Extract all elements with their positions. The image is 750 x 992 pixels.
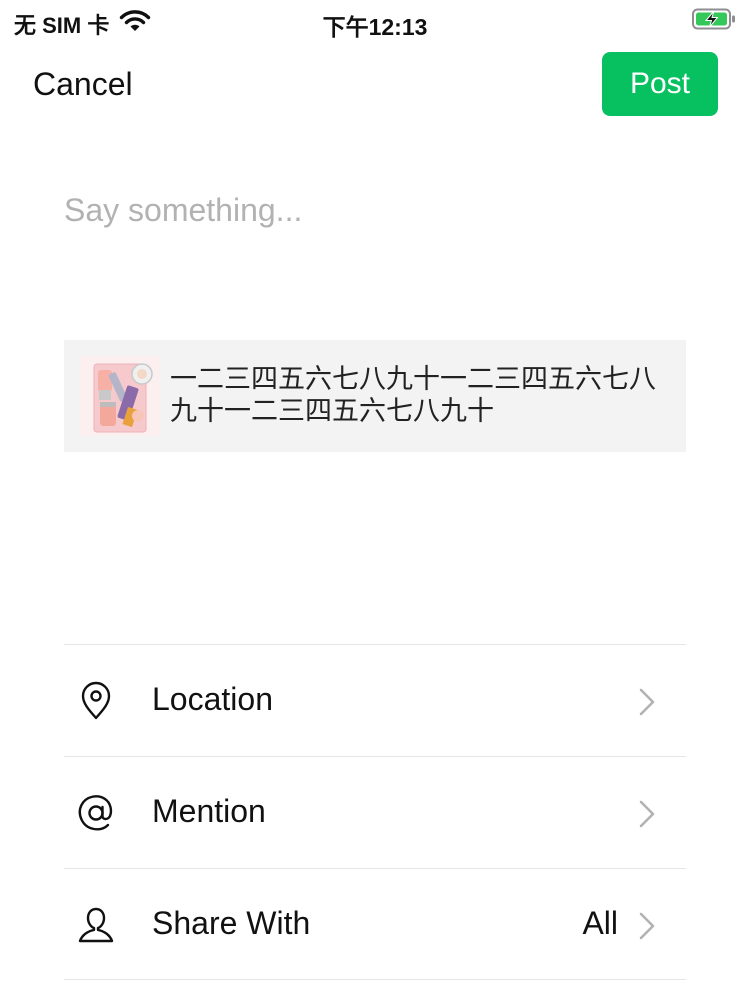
post-button[interactable]: Post: [602, 52, 718, 116]
chevron-right-icon: [639, 800, 655, 828]
location-row[interactable]: Location: [64, 644, 686, 756]
person-icon: [78, 907, 114, 943]
share-with-row[interactable]: Share With All: [64, 868, 686, 980]
card-title: 一二三四五六七八九十一二三四五六七八九十一二三四五六七八九十: [170, 364, 656, 427]
compose-text-input[interactable]: [64, 180, 684, 240]
location-label: Location: [152, 681, 273, 717]
location-pin-icon: [81, 681, 111, 720]
post-options-list: Location Mention Share With All: [64, 644, 686, 980]
card-thumbnail: [80, 356, 160, 436]
clock: 下午12:13: [322, 14, 428, 40]
mention-row[interactable]: Mention: [64, 756, 686, 868]
cancel-button[interactable]: Cancel: [33, 66, 133, 103]
share-with-label: Share With: [152, 905, 311, 941]
battery-charging-icon: [692, 8, 735, 30]
chevron-right-icon: [639, 912, 655, 940]
compose-post-screen: 无 SIM 卡 下午12:13 Cancel Post Say somethin…: [0, 0, 750, 992]
share-with-value: All: [582, 905, 618, 941]
at-sign-icon: [78, 795, 113, 831]
shared-content-card[interactable]: 一二三四五六七八九十一二三四五六七八九十一二三四五六七八九十: [64, 340, 686, 452]
chevron-right-icon: [639, 688, 655, 716]
mention-label: Mention: [152, 793, 266, 829]
status-bar: 无 SIM 卡 下午12:13: [0, 0, 750, 40]
cosmetics-product-image: [80, 356, 160, 436]
